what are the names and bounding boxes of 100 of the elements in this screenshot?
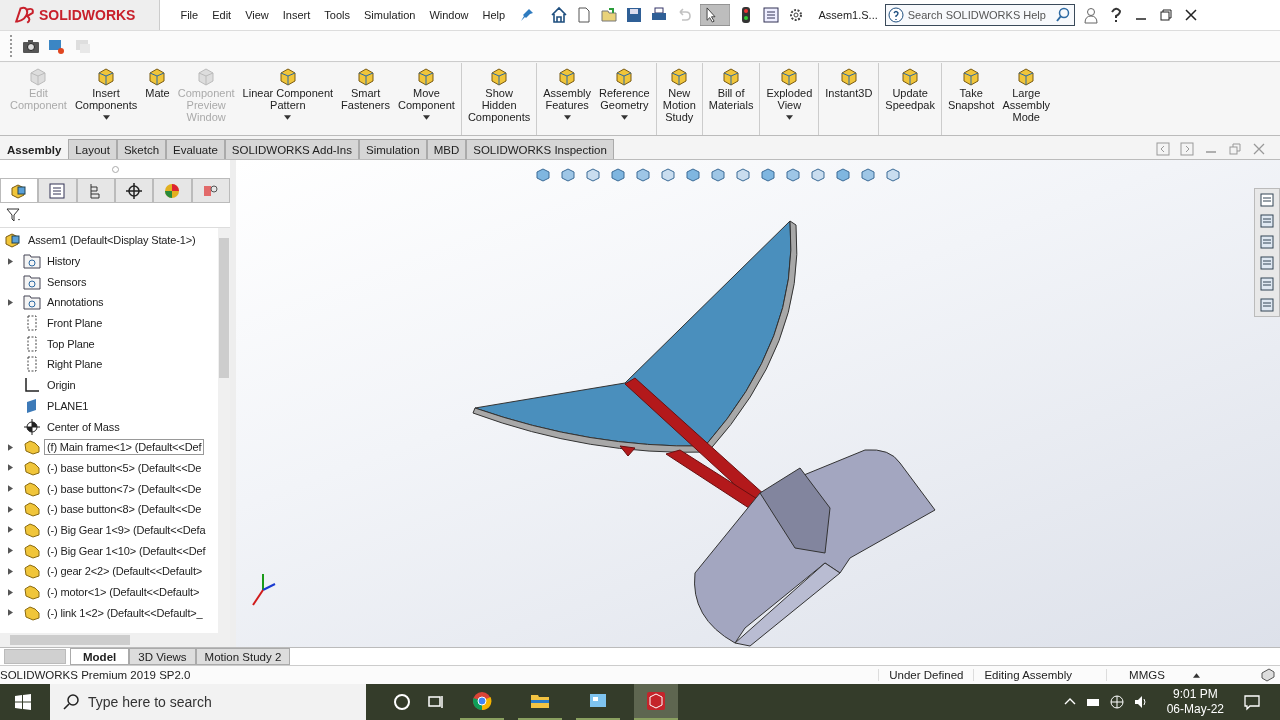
tree-item[interactable]: Top Plane xyxy=(44,335,98,352)
appearance-tab[interactable] xyxy=(191,178,230,202)
tree-item[interactable]: PLANE1 xyxy=(44,397,92,414)
ribbon-button[interactable]: Exploded View xyxy=(762,63,817,135)
tree-item[interactable]: (-) Big Gear 1<10> (Default<<Def xyxy=(44,542,209,559)
tree-item[interactable]: (-) base button<8> (Default<<De xyxy=(44,501,205,518)
ribbon-button[interactable]: Update Speedpak xyxy=(881,63,939,135)
record-video-icon[interactable] xyxy=(48,37,66,55)
open-folder-icon[interactable] xyxy=(600,6,619,24)
horizontal-scroll-bar[interactable] xyxy=(0,633,230,647)
cortana-icon[interactable] xyxy=(392,692,412,712)
tree-item[interactable]: History xyxy=(44,253,84,270)
tree-item[interactable]: Assem1 (Default<Display State-1>) xyxy=(25,232,199,249)
expand-arrow-icon[interactable] xyxy=(7,485,13,493)
search-field[interactable]: Search SOLIDWORKS Help xyxy=(884,4,1075,26)
ribbon-button[interactable]: Take Snapshot xyxy=(943,63,999,135)
display-manager-tab[interactable] xyxy=(153,178,192,202)
command-tab[interactable]: Sketch xyxy=(116,139,167,159)
ribbon-button[interactable]: Insert Components xyxy=(70,63,142,135)
taskbar-search-field[interactable]: Type here to search xyxy=(50,684,366,720)
task-pane-icon[interactable] xyxy=(1258,233,1276,251)
tree-item[interactable]: (-) base button<7> (Default<<De xyxy=(44,480,205,497)
tree-item[interactable]: (-) gear 2<2> (Default<<Default> xyxy=(44,563,206,580)
ribbon-button[interactable]: Show Hidden Components xyxy=(463,63,535,135)
ribbon-button[interactable]: Mate xyxy=(141,63,174,135)
expand-arrow-icon[interactable] xyxy=(7,298,13,306)
model-tab[interactable]: Motion Study 2 xyxy=(195,648,291,665)
task-pane-icon[interactable] xyxy=(1258,191,1276,209)
tree-item[interactable]: Front Plane xyxy=(44,315,106,332)
expand-arrow-icon[interactable] xyxy=(7,526,13,534)
menu-item[interactable]: View xyxy=(245,9,269,21)
tree-item[interactable]: (-) Big Gear 1<9> (Default<<Defa xyxy=(44,521,209,538)
tree-item[interactable]: (f) Main frame<1> (Default<<Def xyxy=(44,439,205,456)
menu-item[interactable]: Edit xyxy=(212,9,232,21)
command-tab[interactable]: Simulation xyxy=(358,139,427,159)
menu-item[interactable]: Help xyxy=(482,9,506,21)
expand-arrow-icon[interactable] xyxy=(7,443,13,451)
ribbon-button[interactable]: Large Assembly Mode xyxy=(998,63,1055,135)
feature-manager-tab[interactable] xyxy=(0,178,39,202)
notification-icon[interactable] xyxy=(1242,692,1262,712)
tree-item[interactable]: Right Plane xyxy=(44,356,106,373)
tree-item[interactable]: Origin xyxy=(44,377,79,394)
task-pane-icon[interactable] xyxy=(1258,296,1276,314)
save-icon[interactable] xyxy=(625,6,644,24)
home-icon[interactable] xyxy=(550,6,569,24)
command-tab[interactable]: Layout xyxy=(68,139,117,159)
cube-icon xyxy=(900,66,921,86)
expand-arrow-icon[interactable] xyxy=(7,505,13,513)
property-manager-tab[interactable] xyxy=(38,178,77,202)
expand-arrow-icon[interactable] xyxy=(7,257,13,265)
camera-icon[interactable] xyxy=(22,37,40,55)
menu-item[interactable]: Tools xyxy=(324,9,350,21)
clock-date[interactable]: 06-May-22 xyxy=(1166,702,1224,717)
ribbon-button[interactable]: Assembly Features xyxy=(539,63,595,135)
ribbon-button[interactable]: Reference Geometry xyxy=(594,63,654,135)
menu-item[interactable]: Insert xyxy=(282,9,311,21)
units-selector[interactable]: MMGS xyxy=(1106,669,1187,681)
ribbon-button[interactable]: Linear Component Pattern xyxy=(238,63,338,135)
ribbon-button[interactable]: Instant3D xyxy=(821,63,877,135)
select-tool-icon[interactable] xyxy=(700,4,731,26)
tree-item[interactable]: Center of Mass xyxy=(44,418,123,435)
ribbon-button[interactable]: Move Component xyxy=(394,63,459,135)
task-pane-icon[interactable] xyxy=(1258,275,1276,293)
tree-item[interactable]: (-) link 1<2> (Default<<Default>_ xyxy=(44,604,206,621)
command-tab[interactable]: MBD xyxy=(426,139,467,159)
ribbon-button[interactable]: New Motion Study xyxy=(658,63,700,135)
command-tab[interactable]: SOLIDWORKS Add-Ins xyxy=(224,139,359,159)
clock-time[interactable]: 9:01 PM xyxy=(1172,687,1218,702)
expand-arrow-icon[interactable] xyxy=(7,547,13,555)
menu-item[interactable]: Window xyxy=(429,9,469,21)
expand-arrow-icon[interactable] xyxy=(7,464,13,472)
command-tab[interactable]: Evaluate xyxy=(166,139,225,159)
filter-icon[interactable] xyxy=(6,207,22,223)
expand-arrow-icon[interactable] xyxy=(7,567,13,575)
tree-item[interactable]: Sensors xyxy=(44,273,90,290)
expand-arrow-icon[interactable] xyxy=(7,588,13,596)
menu-item[interactable]: File xyxy=(180,9,199,21)
menu-item[interactable]: Simulation xyxy=(364,9,416,21)
solid-app-icon xyxy=(646,691,666,711)
tree-item[interactable]: (-) motor<1> (Default<<Default> xyxy=(44,584,203,601)
dimxpert-tab[interactable] xyxy=(115,178,154,202)
expand-arrow-icon[interactable] xyxy=(7,609,13,617)
next-icon[interactable] xyxy=(1180,142,1194,156)
globe-icon[interactable] xyxy=(1108,694,1125,710)
task-pane-icon[interactable] xyxy=(1258,212,1276,230)
command-tab[interactable]: SOLIDWORKS Inspection xyxy=(466,139,614,159)
previous-icon[interactable] xyxy=(1156,142,1170,156)
ribbon-button[interactable]: Bill of Materials xyxy=(704,63,758,135)
task-pane-icon[interactable] xyxy=(1258,254,1276,272)
model-tab[interactable]: Model xyxy=(70,648,130,665)
caret-icon[interactable] xyxy=(1193,672,1200,678)
windows-start-icon[interactable] xyxy=(14,693,32,711)
pin-icon[interactable] xyxy=(519,7,536,23)
ribbon-button[interactable]: Smart Fasteners xyxy=(337,63,395,135)
list-icon[interactable] xyxy=(762,6,781,24)
tree-item[interactable]: Annotations xyxy=(44,294,107,311)
tree-item[interactable]: (-) base button<5> (Default<<De xyxy=(44,459,205,476)
speaker-icon[interactable] xyxy=(1132,694,1149,710)
user-icon[interactable] xyxy=(1081,6,1100,24)
model-tab[interactable]: 3D Views xyxy=(129,648,196,665)
